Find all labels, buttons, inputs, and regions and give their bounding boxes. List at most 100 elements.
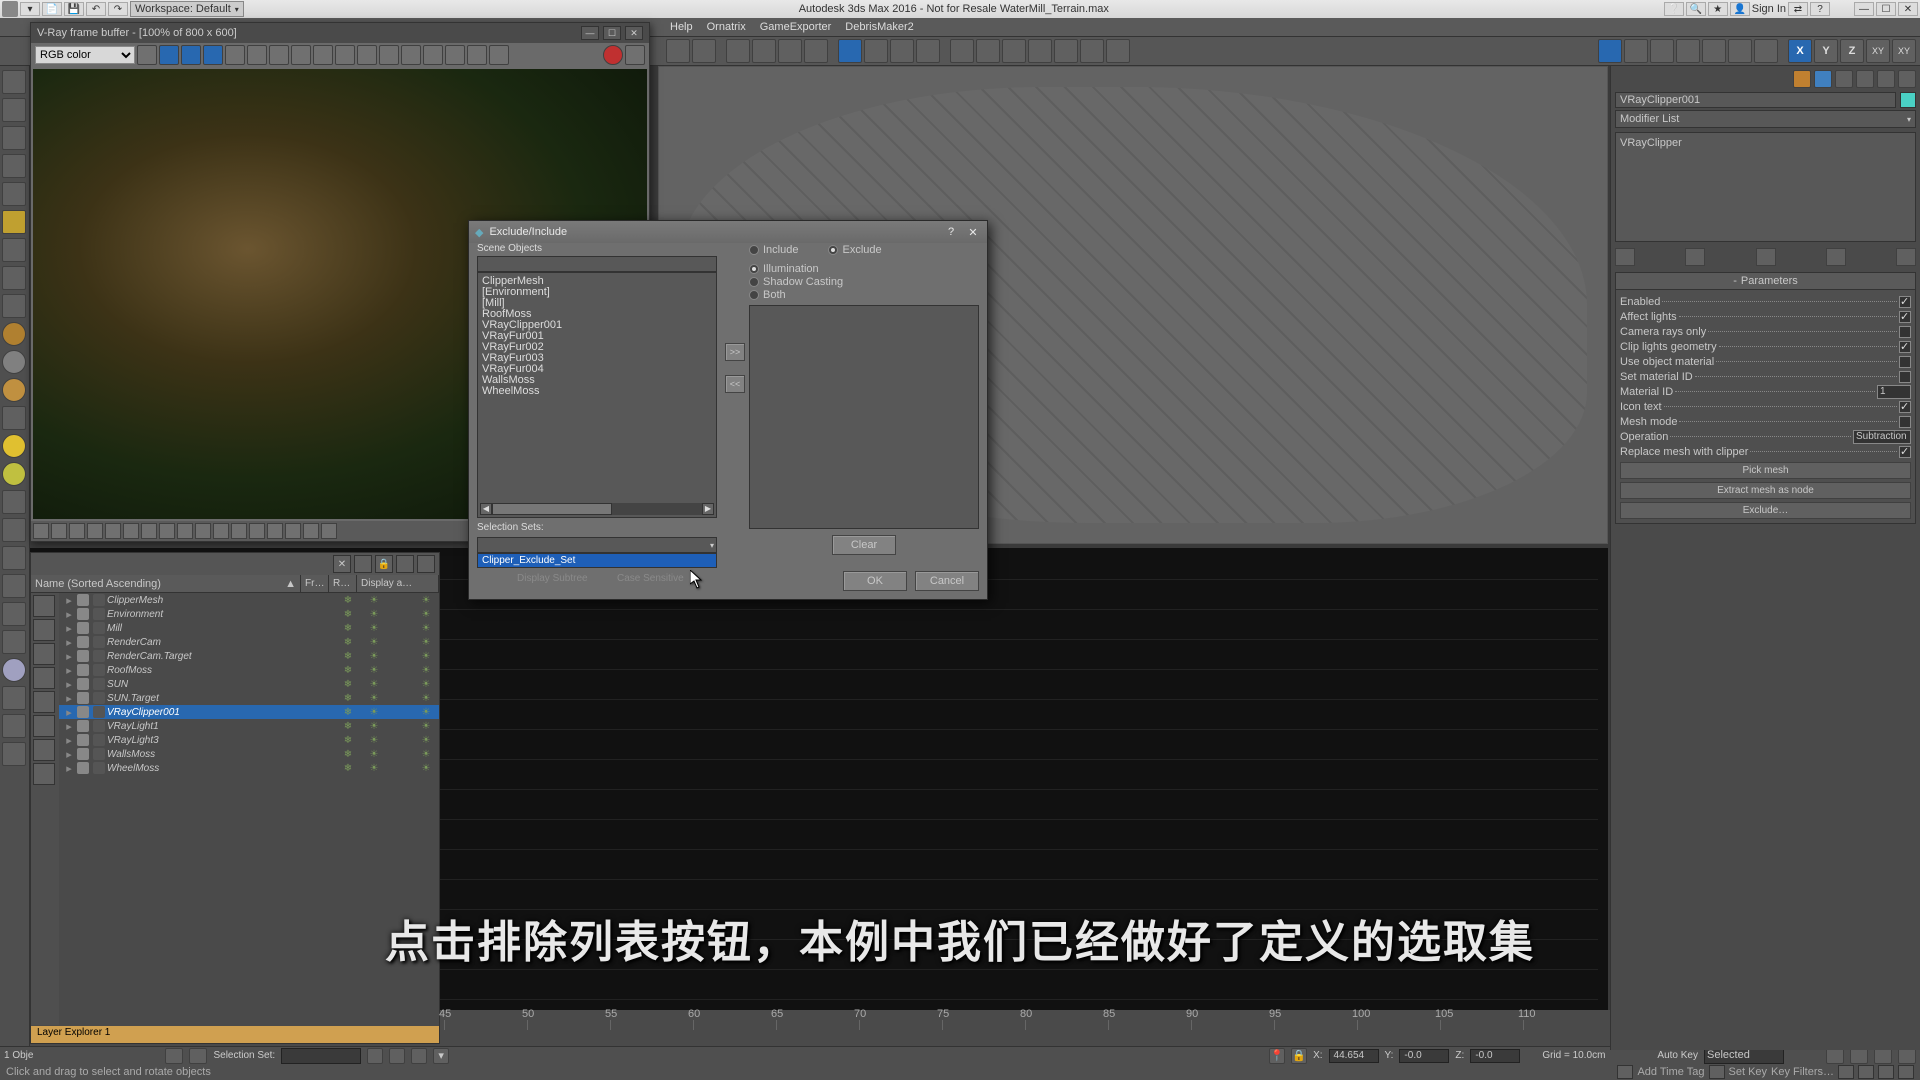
se-lt-6-icon[interactable]	[33, 715, 55, 737]
vfb-sb-1-icon[interactable]	[33, 523, 49, 539]
clear-button[interactable]: Clear	[832, 535, 896, 555]
scene-row[interactable]: ▸ClipperMesh❄☀☀	[59, 593, 439, 607]
object-name-field[interactable]: VRayClipper001	[1615, 92, 1896, 108]
keyfilters-button[interactable]: Key Filters…	[1771, 1066, 1834, 1078]
scene-object-item[interactable]: VRayFur001	[480, 330, 714, 341]
ref-coord-xz-icon[interactable]	[1728, 39, 1752, 63]
maximize-vp-icon[interactable]	[1898, 1065, 1914, 1079]
selection-set-combo[interactable]	[281, 1048, 361, 1064]
vfb-link-icon[interactable]	[445, 45, 465, 65]
stack-unique-icon[interactable]	[1756, 248, 1776, 266]
se-lt-3-icon[interactable]	[33, 643, 55, 665]
scene-row[interactable]: ▸RenderCam❄☀☀	[59, 635, 439, 649]
scene-object-item[interactable]: VRayFur002	[480, 341, 714, 352]
user-icon[interactable]: 👤	[1730, 2, 1750, 16]
extract-mesh-button[interactable]: Extract mesh as node	[1620, 482, 1911, 499]
illumination-radio[interactable]	[749, 264, 759, 274]
scene-row[interactable]: ▸VRayLight1❄☀☀	[59, 719, 439, 733]
tool-17-icon[interactable]	[2, 518, 26, 542]
se-lt-8-icon[interactable]	[33, 763, 55, 785]
vfb-sb-11-icon[interactable]	[213, 523, 229, 539]
axis-xy-button[interactable]: XY	[1866, 39, 1890, 63]
vfb-alpha-icon[interactable]	[181, 45, 201, 65]
cp-motion-tab-icon[interactable]	[1856, 70, 1874, 88]
vfb-render-icon[interactable]	[625, 45, 645, 65]
vfb-lut-icon[interactable]	[489, 45, 509, 65]
sign-in-link[interactable]: Sign In	[1752, 3, 1786, 15]
schematic-view-icon[interactable]	[838, 39, 862, 63]
scene-object-item[interactable]: RoofMoss	[480, 308, 714, 319]
scene-row[interactable]: ▸SUN❄☀☀	[59, 677, 439, 691]
se-display-icon[interactable]	[354, 555, 372, 573]
vfb-sb-3-icon[interactable]	[69, 523, 85, 539]
se-pick-icon[interactable]	[396, 555, 414, 573]
cp-utility-tab-icon[interactable]	[1898, 70, 1916, 88]
se-tab-layer-explorer[interactable]: Layer Explorer 1	[31, 1026, 439, 1043]
se-lt-5-icon[interactable]	[33, 691, 55, 713]
vfb-pixel-icon[interactable]	[401, 45, 421, 65]
ref-coord-yz-icon[interactable]	[1754, 39, 1778, 63]
se-col-render[interactable]: R…	[329, 575, 357, 592]
exchange-icon[interactable]: ⇄	[1788, 2, 1808, 16]
script-icon[interactable]	[1617, 1065, 1633, 1079]
ref-coord-z-icon[interactable]	[1676, 39, 1700, 63]
enabled-checkbox[interactable]	[1899, 296, 1911, 308]
stack-item-vrayclipper[interactable]: VRayClipper	[1620, 137, 1911, 149]
layers-icon[interactable]	[778, 39, 802, 63]
spinner-snap-icon[interactable]	[1028, 39, 1052, 63]
vfb-rgb-icon[interactable]	[159, 45, 179, 65]
render-setup-icon[interactable]	[890, 39, 914, 63]
create-selection-icon[interactable]	[1106, 39, 1130, 63]
tool-3-icon[interactable]	[2, 126, 26, 150]
sphere-5-icon[interactable]	[2, 658, 26, 682]
exclude-radio[interactable]	[828, 245, 838, 255]
angle-snap-icon[interactable]	[976, 39, 1000, 63]
vfb-sb-10-icon[interactable]	[195, 523, 211, 539]
vfb-stop-icon[interactable]	[603, 45, 623, 65]
move-left-button[interactable]: <<	[725, 375, 745, 393]
se-lt-1-icon[interactable]	[33, 595, 55, 617]
cp-create-tab-icon[interactable]	[1793, 70, 1811, 88]
list-scrollbar[interactable]: ◀ ▶	[480, 503, 714, 515]
clip-lights-checkbox[interactable]	[1899, 341, 1911, 353]
vfb-srgb-icon[interactable]	[467, 45, 487, 65]
qat-redo-icon[interactable]: ↷	[108, 2, 128, 16]
include-radio[interactable]	[749, 245, 759, 255]
vfb-channel-select[interactable]: RGB color	[35, 46, 135, 64]
both-radio[interactable]	[749, 290, 759, 300]
tool-25-icon[interactable]	[2, 742, 26, 766]
scene-row[interactable]: ▸WallsMoss❄☀☀	[59, 747, 439, 761]
modifier-stack[interactable]: VRayClipper	[1615, 132, 1916, 242]
ok-button[interactable]: OK	[843, 571, 907, 591]
tool-2-icon[interactable]	[2, 98, 26, 122]
vfb-sb-17-icon[interactable]	[321, 523, 337, 539]
vfb-clear-icon[interactable]	[247, 45, 267, 65]
dialog-help-icon[interactable]: ?	[943, 226, 959, 239]
qat-open-icon[interactable]: 📄	[42, 2, 62, 16]
coord-z-field[interactable]: -0.0	[1470, 1049, 1520, 1063]
vfb-sb-12-icon[interactable]	[231, 523, 247, 539]
scene-row[interactable]: ▸WheelMoss❄☀☀	[59, 761, 439, 775]
poly-tool-icon[interactable]	[2, 70, 26, 94]
ref-coord-x-icon[interactable]	[1624, 39, 1648, 63]
replace-mesh-checkbox[interactable]	[1899, 446, 1911, 458]
scene-objects-filter[interactable]	[477, 256, 717, 272]
tool-18-icon[interactable]	[2, 546, 26, 570]
selset-select-icon[interactable]	[411, 1048, 427, 1064]
menu-gameexporter[interactable]: GameExporter	[760, 21, 832, 33]
tool-24-icon[interactable]	[2, 714, 26, 738]
tool-7-icon[interactable]	[2, 238, 26, 262]
selection-sets-dropdown[interactable]: ▾	[477, 537, 717, 553]
sphere-2-icon[interactable]	[2, 350, 26, 374]
axis-x-button[interactable]: X	[1788, 39, 1812, 63]
named-sets-icon[interactable]	[692, 39, 716, 63]
search-icon[interactable]: 🔍	[1686, 2, 1706, 16]
tool-16-icon[interactable]	[2, 490, 26, 514]
menu-help[interactable]: Help	[670, 21, 693, 33]
menu-debrismaker[interactable]: DebrisMaker2	[845, 21, 913, 33]
tool-5-icon[interactable]	[2, 182, 26, 206]
sun-icon[interactable]	[2, 434, 26, 458]
vfb-maximize[interactable]: ☐	[603, 26, 621, 40]
cp-display-tab-icon[interactable]	[1877, 70, 1895, 88]
qat-undo-icon[interactable]: ↶	[86, 2, 106, 16]
